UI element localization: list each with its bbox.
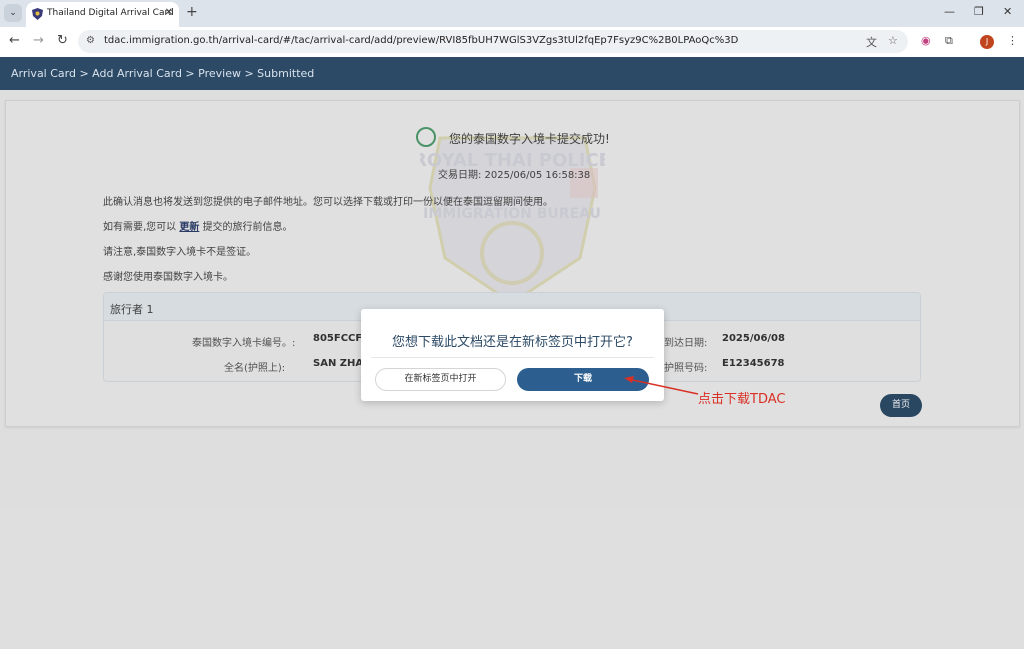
- tab-close-icon[interactable]: ✕: [165, 7, 173, 18]
- url-text[interactable]: tdac.immigration.go.th/arrival-card/#/ta…: [104, 35, 738, 46]
- annotation-arrow-icon: [624, 376, 699, 395]
- address-bar[interactable]: ⚙ tdac.immigration.go.th/arrival-card/#/…: [78, 30, 908, 53]
- open-new-tab-button[interactable]: 在新标签页中打开: [375, 368, 506, 391]
- bookmark-star-icon[interactable]: ☆: [888, 34, 898, 47]
- extension-color-icon[interactable]: ◉: [921, 34, 931, 47]
- reload-icon[interactable]: ↻: [57, 33, 68, 48]
- site-info-icon[interactable]: ⚙: [86, 35, 95, 46]
- close-window-icon[interactable]: ✕: [1003, 5, 1012, 18]
- new-tab-icon[interactable]: +: [186, 4, 198, 20]
- forward-arrow-icon[interactable]: →: [33, 33, 44, 48]
- dialog-divider: [371, 357, 654, 358]
- download-dialog: 您想下载此文档还是在新标签页中打开它? 在新标签页中打开 下载: [361, 309, 664, 401]
- tab-search-chevron-icon[interactable]: ⌄: [4, 4, 22, 22]
- site-header: Arrival Card > Add Arrival Card > Previe…: [0, 57, 1024, 90]
- back-arrow-icon[interactable]: ←: [9, 33, 20, 48]
- profile-avatar[interactable]: J: [980, 35, 994, 49]
- browser-tab-bar: ⌄ Thailand Digital Arrival Card ✕ + — ❐ …: [0, 0, 1024, 27]
- minimize-icon[interactable]: —: [944, 5, 955, 18]
- annotation-text: 点击下载TDAC: [698, 392, 786, 407]
- menu-kebab-icon[interactable]: ⋮: [1007, 34, 1018, 47]
- browser-toolbar: ← → ↻ ⚙ tdac.immigration.go.th/arrival-c…: [0, 27, 1024, 57]
- dialog-title: 您想下载此文档还是在新标签页中打开它?: [392, 335, 633, 350]
- breadcrumb: Arrival Card > Add Arrival Card > Previe…: [11, 67, 315, 80]
- tab-title: Thailand Digital Arrival Card: [47, 8, 174, 18]
- translate-icon[interactable]: 文: [866, 34, 877, 50]
- browser-tab[interactable]: Thailand Digital Arrival Card ✕: [26, 2, 179, 27]
- restore-icon[interactable]: ❐: [974, 5, 984, 18]
- extensions-puzzle-icon[interactable]: ⧉: [945, 34, 953, 48]
- police-shield-favicon-icon: [32, 8, 43, 20]
